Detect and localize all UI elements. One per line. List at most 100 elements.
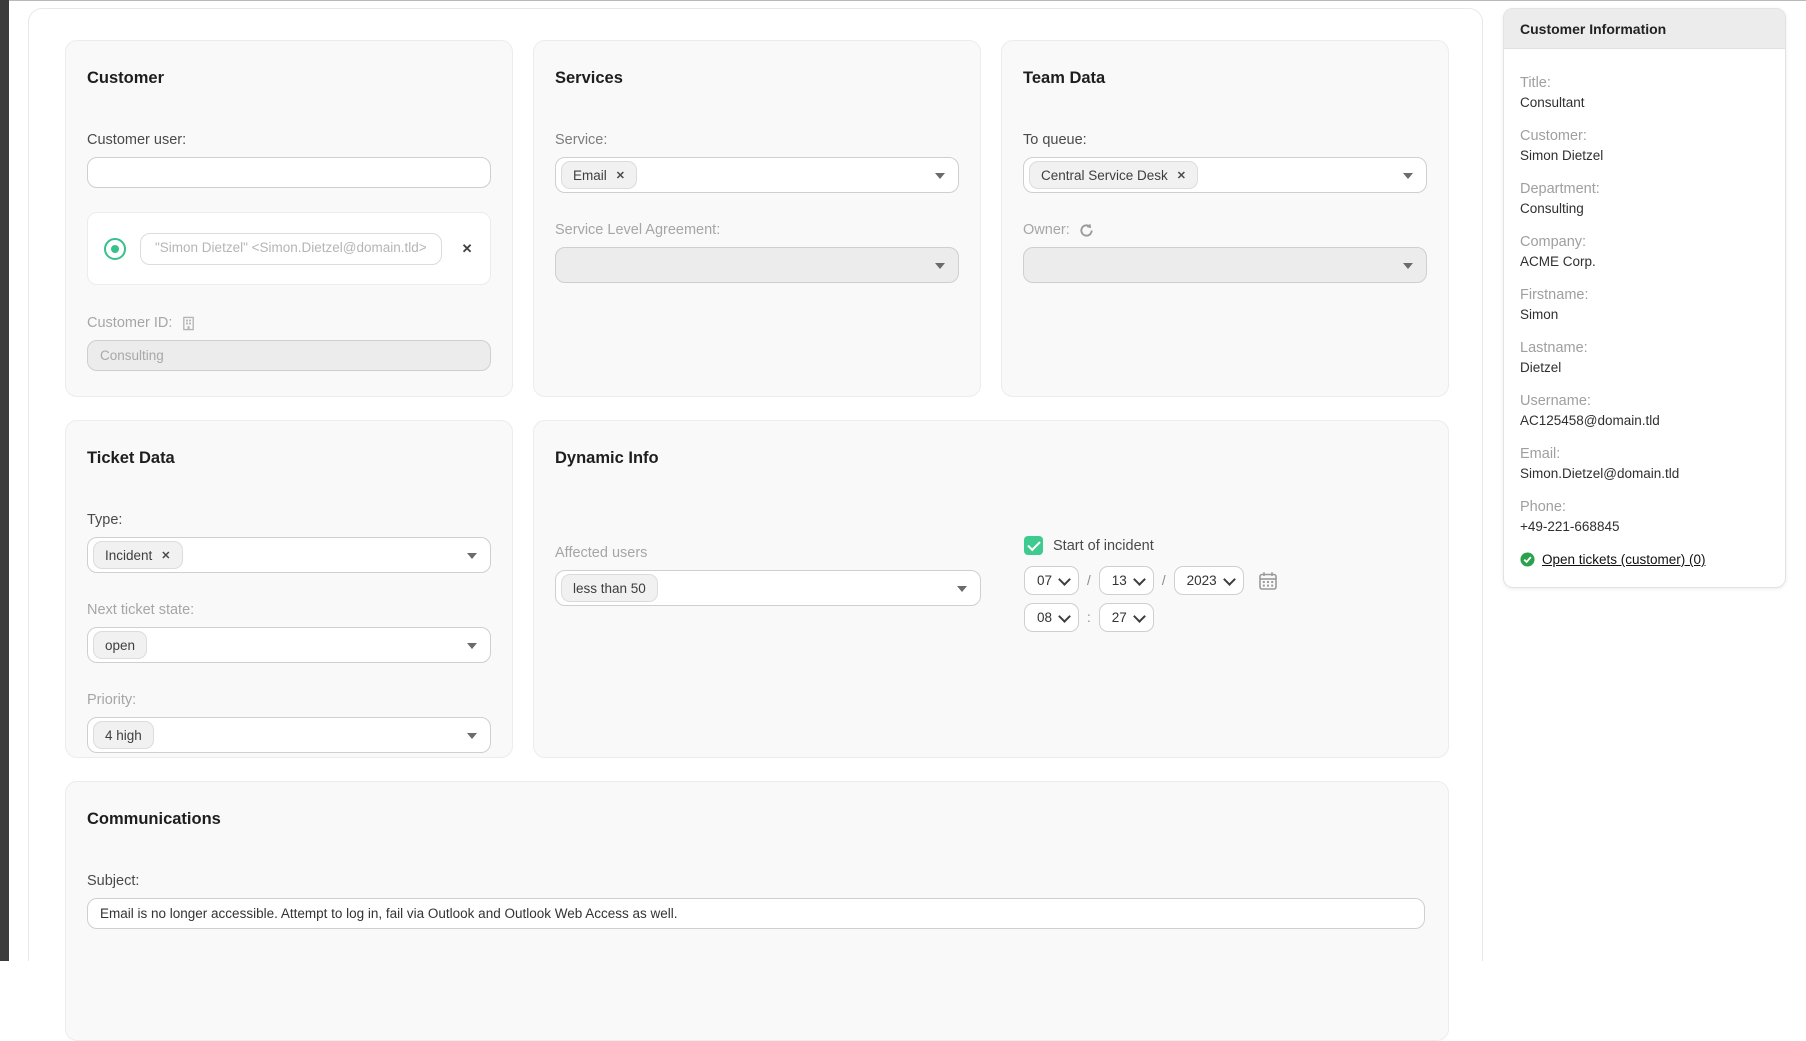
team-data-card: Team Data To queue: Central Service Desk… — [1001, 40, 1449, 397]
incident-minute-select[interactable]: 27 — [1099, 603, 1154, 632]
next-state-pill-text: open — [105, 638, 135, 653]
incident-year-value: 2023 — [1187, 573, 1217, 588]
incident-day-select[interactable]: 13 — [1099, 566, 1154, 595]
affected-users-dropdown[interactable]: less than 50 — [555, 570, 981, 606]
info-label: Username: — [1520, 393, 1769, 409]
calendar-icon[interactable] — [1258, 571, 1278, 591]
remove-customer-icon[interactable]: ✕ — [462, 241, 473, 257]
next-state-label: Next ticket state: — [87, 602, 491, 618]
chevron-down-icon — [957, 586, 967, 592]
info-label: Lastname: — [1520, 340, 1769, 356]
ticket-create-page: Customer Customer user: "Simon Dietzel" … — [0, 0, 1806, 961]
subject-input[interactable] — [87, 898, 1425, 929]
start-of-incident-label: Start of incident — [1053, 538, 1154, 554]
chevron-down-icon — [1133, 610, 1146, 623]
incident-month-value: 07 — [1037, 573, 1052, 588]
info-field-company: Company: ACME Corp. — [1520, 234, 1769, 269]
queue-pill[interactable]: Central Service Desk ✕ — [1029, 161, 1198, 189]
incident-hour-value: 08 — [1037, 610, 1052, 625]
info-label: Email: — [1520, 446, 1769, 462]
dynamic-info-card-title: Dynamic Info — [555, 449, 1427, 468]
selected-customer-box: "Simon Dietzel" <Simon.Dietzel@domain.tl… — [87, 212, 491, 285]
open-tickets-link[interactable]: Open tickets (customer) (0) — [1542, 552, 1706, 567]
affected-users-pill[interactable]: less than 50 — [561, 574, 658, 602]
chevron-down-icon — [1058, 610, 1071, 623]
chevron-down-icon — [1133, 573, 1146, 586]
chevron-down-icon — [1058, 573, 1071, 586]
customer-id-label-text: Customer ID: — [87, 315, 172, 331]
open-tickets-check-icon — [1520, 552, 1535, 567]
affected-users-label: Affected users — [555, 545, 981, 561]
remove-queue-icon[interactable]: ✕ — [1177, 169, 1186, 182]
to-queue-label: To queue: — [1023, 132, 1427, 148]
sla-label: Service Level Agreement: — [555, 222, 959, 238]
customer-information-body: Title: Consultant Customer: Simon Dietze… — [1504, 49, 1785, 587]
start-of-incident-checkbox[interactable] — [1024, 536, 1043, 555]
services-card-title: Services — [555, 69, 959, 88]
dynamic-info-card: Dynamic Info Affected users less than 50 — [533, 420, 1449, 758]
next-state-dropdown[interactable]: open — [87, 627, 491, 663]
info-value: Simon Dietzel — [1520, 148, 1769, 163]
info-field-lastname: Lastname: Dietzel — [1520, 340, 1769, 375]
selected-customer-pill[interactable]: "Simon Dietzel" <Simon.Dietzel@domain.tl… — [140, 233, 442, 265]
info-field-firstname: Firstname: Simon — [1520, 287, 1769, 322]
info-label: Phone: — [1520, 499, 1769, 515]
communications-card: Communications Subject: — [65, 781, 1449, 1041]
info-field-username: Username: AC125458@domain.tld — [1520, 393, 1769, 428]
owner-dropdown — [1023, 247, 1427, 283]
info-label: Company: — [1520, 234, 1769, 250]
check-icon — [1027, 537, 1040, 550]
info-field-phone: Phone: +49-221-668845 — [1520, 499, 1769, 534]
window-top-border — [0, 0, 1806, 1]
incident-year-select[interactable]: 2023 — [1174, 566, 1244, 595]
customer-information-title: Customer Information — [1520, 21, 1666, 37]
info-label: Department: — [1520, 181, 1769, 197]
window-left-edge — [0, 0, 9, 961]
info-field-department: Department: Consulting — [1520, 181, 1769, 216]
customer-user-input[interactable] — [87, 157, 491, 188]
queue-dropdown[interactable]: Central Service Desk ✕ — [1023, 157, 1427, 193]
info-value: AC125458@domain.tld — [1520, 413, 1769, 428]
next-state-pill[interactable]: open — [93, 631, 147, 659]
communications-card-title: Communications — [87, 810, 1427, 829]
service-dropdown[interactable]: Email ✕ — [555, 157, 959, 193]
chevron-down-icon — [935, 173, 945, 179]
incident-day-value: 13 — [1112, 573, 1127, 588]
sla-dropdown — [555, 247, 959, 283]
info-value: +49-221-668845 — [1520, 519, 1769, 534]
customer-user-label-text: Customer user: — [87, 132, 186, 148]
team-data-card-title: Team Data — [1023, 69, 1427, 88]
type-pill-text: Incident — [105, 548, 152, 563]
priority-pill[interactable]: 4 high — [93, 721, 154, 749]
chevron-down-icon — [1223, 573, 1236, 586]
type-pill[interactable]: Incident ✕ — [93, 541, 183, 569]
info-label: Title: — [1520, 75, 1769, 91]
info-label: Firstname: — [1520, 287, 1769, 303]
type-dropdown[interactable]: Incident ✕ — [87, 537, 491, 573]
info-value: Consultant — [1520, 95, 1769, 110]
service-pill[interactable]: Email ✕ — [561, 161, 637, 189]
ticket-data-card-title: Ticket Data — [87, 449, 491, 468]
customer-radio-selected[interactable] — [104, 238, 126, 260]
priority-pill-text: 4 high — [105, 728, 142, 743]
info-value: ACME Corp. — [1520, 254, 1769, 269]
refresh-icon[interactable] — [1079, 223, 1094, 238]
affected-users-pill-text: less than 50 — [573, 581, 646, 596]
remove-service-icon[interactable]: ✕ — [616, 169, 625, 182]
info-label: Customer: — [1520, 128, 1769, 144]
chevron-down-icon — [467, 643, 477, 649]
customer-information-panel: Customer Information Title: Consultant C… — [1503, 8, 1786, 588]
radio-dot — [111, 245, 119, 253]
owner-label: Owner: — [1023, 222, 1427, 238]
remove-type-icon[interactable]: ✕ — [161, 549, 170, 562]
incident-month-select[interactable]: 07 — [1024, 566, 1079, 595]
info-value: Consulting — [1520, 201, 1769, 216]
priority-dropdown[interactable]: 4 high — [87, 717, 491, 753]
owner-label-text: Owner: — [1023, 222, 1070, 238]
chevron-down-icon — [467, 553, 477, 559]
incident-hour-select[interactable]: 08 — [1024, 603, 1079, 632]
customer-id-label: Customer ID: — [87, 315, 491, 331]
services-card: Services Service: Email ✕ Service Level … — [533, 40, 981, 397]
chevron-down-icon — [935, 263, 945, 269]
building-icon — [181, 316, 196, 331]
